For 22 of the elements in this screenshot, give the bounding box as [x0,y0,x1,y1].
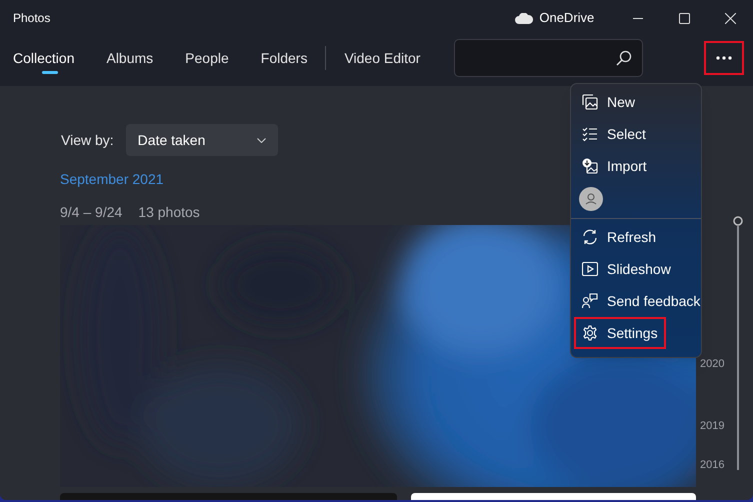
group-title[interactable]: September 2021 [0,169,164,190]
menu-item[interactable]: Refresh [571,221,701,253]
menu-item[interactable]: Import [571,150,701,182]
nav-tab[interactable]: Video Editor [328,36,436,80]
timeline-year[interactable]: 2020 [700,356,724,372]
window-title: Photos [13,10,50,27]
view-by-dropdown[interactable]: Date taken [126,124,278,156]
menu-item[interactable]: Slideshow [571,253,701,285]
menu-item[interactable]: New [571,86,701,118]
menu-item[interactable]: Settings [574,317,666,349]
view-by-label: View by: [61,130,114,150]
timeline-year[interactable]: 2019 [700,418,724,434]
onedrive-label: OneDrive [539,9,594,28]
menu-item[interactable]: Select [571,118,701,150]
nav-tab[interactable]: Albums [90,36,170,80]
menu-item[interactable]: Send feedback [571,285,701,317]
timeline-year[interactable]: 2016 [700,457,724,474]
nav-tab[interactable]: People [169,36,245,80]
nav-tab[interactable]: Folders [244,36,324,80]
nav-tab[interactable]: Collection [13,36,90,80]
photo-count: 13 photos [138,203,200,222]
date-range: 9/4 – 9/24 [60,203,122,222]
